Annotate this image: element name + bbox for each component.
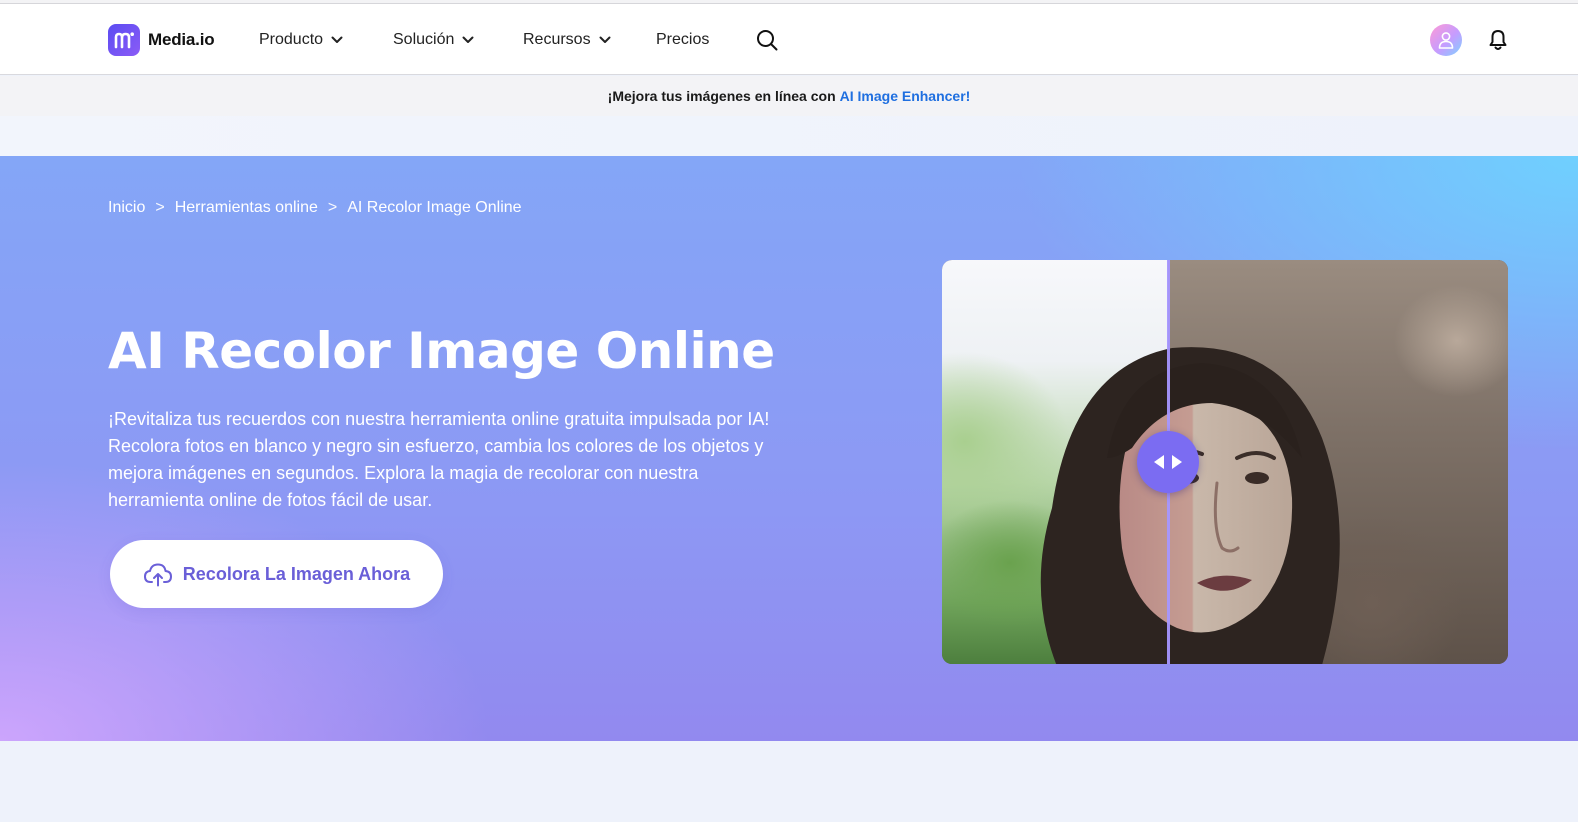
breadcrumb-herramientas-online[interactable]: Herramientas online — [175, 199, 318, 217]
nav-recursos[interactable]: Recursos — [523, 28, 611, 52]
brand-name: Media.io — [148, 30, 215, 49]
user-avatar[interactable] — [1430, 24, 1462, 56]
cloud-upload-icon — [143, 563, 172, 587]
portrait-illustration — [1040, 347, 1340, 664]
hero-description: ¡Revitaliza tus recuerdos con nuestra he… — [108, 409, 770, 510]
search-icon — [757, 30, 778, 51]
top-navbar: Media.io Producto Solución Recursos Prec… — [0, 4, 1578, 75]
recolor-now-button[interactable]: Recolora La Imagen Ahora — [110, 540, 443, 608]
nav-recursos-label: Recursos — [523, 31, 591, 48]
left-right-arrows-icon — [1154, 455, 1182, 469]
nav-solucion-label: Solución — [393, 31, 455, 48]
breadcrumb: Inicio > Herramientas online > AI Recolo… — [108, 199, 522, 217]
nav-precios[interactable]: Precios — [656, 28, 709, 52]
breadcrumb-separator: > — [327, 199, 338, 216]
page-title: AI Recolor Image Online — [108, 322, 775, 380]
recolor-now-label: Recolora La Imagen Ahora — [182, 563, 411, 584]
nav-producto-label: Producto — [259, 31, 324, 48]
breadcrumb-inicio[interactable]: Inicio — [108, 199, 145, 217]
below-hero-area — [0, 741, 1578, 822]
chevron-down-icon — [331, 36, 343, 43]
chevron-down-icon — [462, 36, 474, 43]
spacer-band — [0, 116, 1578, 156]
promo-banner: ¡Mejora tus imágenes en línea con AI Ima… — [0, 76, 1578, 116]
media-io-logo-icon — [108, 24, 140, 56]
breadcrumb-current-page: AI Recolor Image Online — [347, 199, 522, 216]
notifications-button[interactable] — [1487, 28, 1509, 52]
user-avatar-icon — [1438, 32, 1454, 49]
search-button[interactable] — [755, 28, 779, 52]
nav-precios-label: Precios — [656, 31, 710, 48]
hero-section: Inicio > Herramientas online > AI Recolo… — [0, 156, 1578, 741]
nav-solucion[interactable]: Solución — [393, 28, 474, 52]
brand-logo[interactable]: Media.io — [108, 24, 215, 56]
promo-text: ¡Mejora tus imágenes en línea con — [607, 88, 836, 104]
breadcrumb-separator: > — [155, 199, 165, 216]
nav-producto[interactable]: Producto — [259, 28, 343, 52]
comparison-slider-handle[interactable] — [1137, 431, 1199, 493]
bell-icon — [1489, 30, 1507, 50]
before-after-comparison[interactable] — [942, 260, 1508, 664]
chevron-down-icon — [599, 36, 611, 43]
promo-link-ai-image-enhancer[interactable]: AI Image Enhancer! — [840, 88, 971, 104]
